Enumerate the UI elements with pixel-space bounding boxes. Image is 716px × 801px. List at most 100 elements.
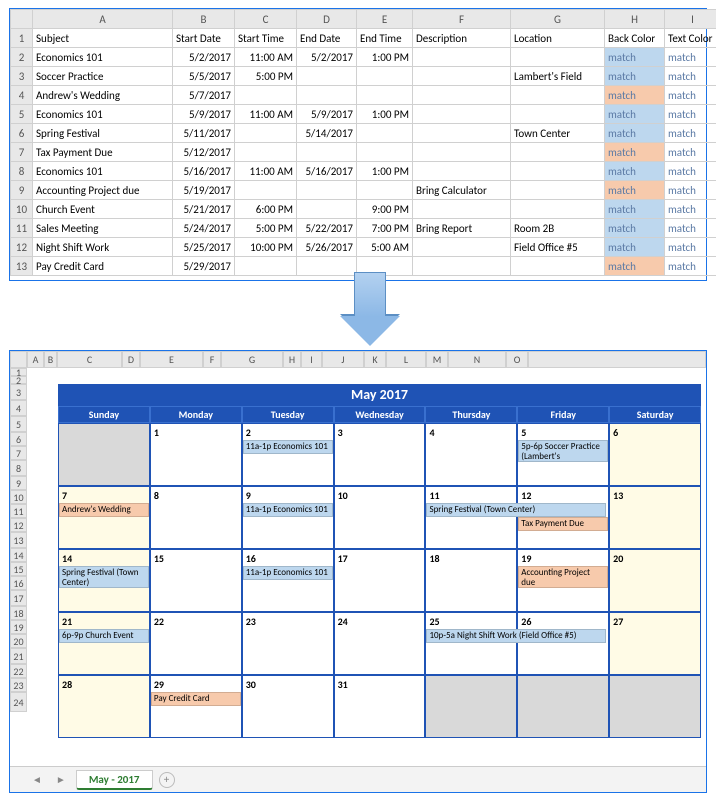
calendar-cell[interactable] [425, 675, 517, 738]
cell[interactable]: 5/2/2017 [173, 48, 235, 67]
calendar-cell[interactable] [517, 675, 609, 738]
cell[interactable]: 5:00 PM [235, 67, 297, 86]
cell[interactable]: Text Color [665, 29, 716, 48]
cell[interactable] [413, 48, 511, 67]
cell[interactable]: 1:00 PM [357, 162, 413, 181]
calendar-cell[interactable]: 12Tax Payment Due [517, 486, 609, 549]
cell[interactable]: Subject [33, 29, 173, 48]
row-header[interactable]: 9 [11, 181, 33, 200]
calendar-cell[interactable]: 911a-1p Economics 101 [242, 486, 334, 549]
calendar-event[interactable]: Tax Payment Due [518, 517, 608, 531]
cell[interactable] [413, 86, 511, 105]
cell[interactable]: 10:00 PM [235, 238, 297, 257]
row-header[interactable]: 7 [10, 446, 27, 460]
column-header[interactable]: M [426, 351, 448, 368]
row-header[interactable]: 3 [11, 67, 33, 86]
cell[interactable]: Accounting Project due [33, 181, 173, 200]
add-sheet-icon[interactable]: + [159, 772, 175, 788]
cell[interactable]: Soccer Practice [33, 67, 173, 86]
calendar-cell[interactable]: 1611a-1p Economics 101 [242, 549, 334, 612]
column-header[interactable]: B [173, 10, 235, 29]
cell[interactable] [511, 257, 605, 276]
cell[interactable] [511, 48, 605, 67]
cell[interactable]: Town Center [511, 124, 605, 143]
cell[interactable]: 5/5/2017 [173, 67, 235, 86]
row-header[interactable]: 7 [11, 143, 33, 162]
calendar-cell[interactable]: 27 [609, 612, 701, 675]
calendar-cell[interactable]: 11Spring Festival (Town Center) [425, 486, 517, 549]
cell[interactable] [413, 124, 511, 143]
column-header[interactable]: G [221, 351, 283, 368]
calendar-cell[interactable]: 13 [609, 486, 701, 549]
cell[interactable]: match [605, 105, 665, 124]
row-header[interactable]: 2 [11, 48, 33, 67]
cell[interactable]: 5/7/2017 [173, 86, 235, 105]
calendar-event[interactable]: Pay Credit Card [151, 692, 241, 706]
cell[interactable]: Economics 101 [33, 48, 173, 67]
column-header[interactable]: A [27, 351, 44, 368]
column-header[interactable]: I [665, 10, 716, 29]
cell[interactable]: 5/19/2017 [173, 181, 235, 200]
cell[interactable]: 5/2/2017 [297, 48, 357, 67]
cell[interactable] [297, 200, 357, 219]
calendar-cell[interactable]: 28 [58, 675, 150, 738]
nav-next-icon[interactable]: ► [52, 773, 70, 786]
event-table[interactable]: ABCDEFGHI1SubjectStart DateStart TimeEnd… [10, 9, 716, 276]
cell[interactable] [357, 143, 413, 162]
cell[interactable] [297, 67, 357, 86]
cell[interactable]: match [605, 143, 665, 162]
row-header[interactable]: 14 [10, 548, 27, 562]
cell[interactable] [511, 181, 605, 200]
cell[interactable]: 11:00 AM [235, 162, 297, 181]
row-header[interactable]: 11 [11, 219, 33, 238]
cell[interactable]: 5/11/2017 [173, 124, 235, 143]
cell[interactable] [511, 200, 605, 219]
column-header[interactable]: L [386, 351, 426, 368]
row-header[interactable]: 10 [10, 490, 27, 504]
cell[interactable]: 9:00 PM [357, 200, 413, 219]
cell[interactable]: 6:00 PM [235, 200, 297, 219]
row-header[interactable]: 6 [10, 432, 27, 446]
row-header[interactable]: 23 [10, 678, 27, 692]
cell[interactable] [413, 200, 511, 219]
cell[interactable]: match [665, 67, 716, 86]
cell[interactable]: Location [511, 29, 605, 48]
cell[interactable]: match [665, 200, 716, 219]
cell[interactable]: Lambert's Field [511, 67, 605, 86]
calendar-cell[interactable]: 10 [334, 486, 426, 549]
row-header[interactable]: 3 [10, 384, 27, 400]
column-header[interactable]: A [33, 10, 173, 29]
cell[interactable] [357, 86, 413, 105]
cell[interactable]: 5/25/2017 [173, 238, 235, 257]
cell[interactable]: match [665, 124, 716, 143]
column-header[interactable]: G [511, 10, 605, 29]
cell[interactable]: match [605, 181, 665, 200]
calendar-cell[interactable]: 14Spring Festival (Town Center) [58, 549, 150, 612]
cell[interactable]: Room 2B [511, 219, 605, 238]
cell[interactable]: Church Event [33, 200, 173, 219]
cell[interactable]: match [605, 257, 665, 276]
cell[interactable]: Field Office #5 [511, 238, 605, 257]
cell[interactable]: Andrew's Wedding [33, 86, 173, 105]
column-header[interactable]: E [140, 351, 203, 368]
cell[interactable]: Start Time [235, 29, 297, 48]
cell[interactable]: 5:00 PM [235, 219, 297, 238]
cell[interactable]: Back Color [605, 29, 665, 48]
calendar-cell[interactable]: 30 [242, 675, 334, 738]
calendar-cell[interactable]: 6 [609, 423, 701, 486]
cell[interactable] [413, 67, 511, 86]
row-header[interactable]: 12 [11, 238, 33, 257]
calendar-event[interactable]: 11a-1p Economics 101 [243, 503, 333, 517]
cell[interactable] [357, 67, 413, 86]
row-header[interactable]: 6 [11, 124, 33, 143]
row-header[interactable]: 15 [10, 562, 27, 576]
row-header[interactable]: 18 [10, 606, 27, 620]
cell[interactable]: 11:00 AM [235, 105, 297, 124]
calendar-cell[interactable]: 20 [609, 549, 701, 612]
cell[interactable] [297, 181, 357, 200]
column-header[interactable]: O [506, 351, 528, 368]
cell[interactable]: 1:00 PM [357, 105, 413, 124]
row-header[interactable]: 1 [11, 29, 33, 48]
row-header[interactable]: 8 [11, 162, 33, 181]
cell[interactable] [235, 257, 297, 276]
